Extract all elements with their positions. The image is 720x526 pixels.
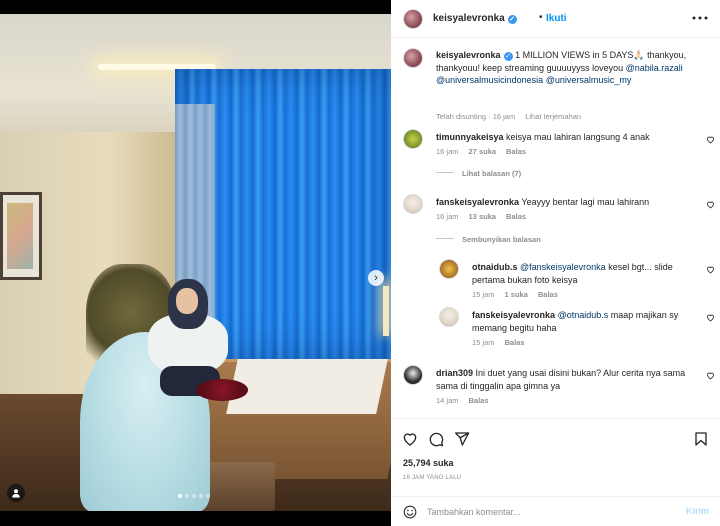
add-comment-bar: Kirim (391, 496, 720, 526)
verified-badge-icon: ✓ (503, 52, 513, 61)
see-translation-link[interactable]: Lihat terjemahan (525, 112, 581, 121)
reply-username[interactable]: otnaidub.s (472, 262, 518, 272)
comment-username[interactable]: fanskeisyalevronka (436, 197, 519, 207)
carousel-dot (178, 494, 182, 498)
caption-text: keisyalevronka ✓ 1 MILLION VIEWS in 5 DAY… (436, 49, 694, 87)
comment-text: drian309 Ini duet yang usai disini bukan… (436, 367, 694, 392)
comment-time: 16 jam (436, 212, 459, 221)
caption-edited: Telah disunting · 16 jam (436, 112, 516, 121)
avatar[interactable] (403, 48, 423, 68)
reply-text: fanskeisyalevronka @otnaidub.s maap maji… (472, 309, 697, 334)
comment-text: fanskeisyalevronka Yeayyy bentar lagi ma… (436, 196, 694, 209)
reply-button[interactable]: Balas (469, 396, 489, 405)
comment-body: Ini duet yang usai disini bukan? Alur ce… (436, 368, 686, 391)
avatar[interactable] (439, 259, 459, 279)
header-separator: • (539, 12, 543, 23)
next-arrow-icon[interactable]: › (368, 270, 384, 286)
heart-icon[interactable] (706, 265, 715, 274)
comments-section[interactable]: keisyalevronka ✓ 1 MILLION VIEWS in 5 DAY… (391, 38, 720, 418)
share-icon[interactable] (454, 431, 470, 447)
comment-body: keisya mau lahiran langsung 4 anak (506, 132, 650, 142)
reply-meta: 15 jam 1 suka Balas (472, 290, 558, 299)
reply-mention-link[interactable]: @otnaidub.s (558, 310, 609, 320)
user-tag-icon[interactable] (7, 484, 25, 502)
comment-username[interactable]: timunnyakeisya (436, 132, 504, 142)
avatar[interactable] (403, 9, 423, 29)
more-icon[interactable] (691, 10, 709, 26)
photo-person-face (176, 288, 198, 314)
comment-meta: 14 jam Balas (436, 396, 489, 405)
heart-icon[interactable] (402, 431, 418, 447)
comment-time: 16 jam (436, 147, 459, 156)
caption-meta: Telah disunting · 16 jam Lihat terjemaha… (436, 112, 581, 121)
view-replies-button[interactable]: Lihat balasan (7) (436, 169, 521, 178)
reply-likes[interactable]: 1 suka (505, 290, 528, 299)
follow-button[interactable]: Ikuti (546, 13, 567, 24)
header-username-text[interactable]: keisyalevronka (433, 13, 505, 24)
post-timestamp: 16 JAM YANG LALU (403, 475, 462, 481)
caption-mention-link[interactable]: @nabila.razali (626, 63, 683, 73)
carousel-dot (199, 494, 203, 498)
caption-username[interactable]: keisyalevronka (436, 50, 501, 60)
reply-button[interactable]: Balas (506, 147, 526, 156)
post-actions: 25,794 suka 16 JAM YANG LALU (391, 418, 720, 498)
post-media[interactable]: › (0, 14, 391, 511)
heart-icon[interactable] (706, 371, 715, 380)
reply-button[interactable]: Balas (538, 290, 558, 299)
photo-wall-frame (0, 192, 42, 280)
photo-candle (383, 286, 389, 336)
avatar[interactable] (403, 129, 423, 149)
reply-meta: 15 jam Balas (472, 338, 525, 347)
heart-icon[interactable] (706, 313, 715, 322)
hide-replies-button[interactable]: Sembunyikan balasan (436, 235, 541, 244)
verified-badge-icon: ✓ (507, 15, 517, 24)
bookmark-icon[interactable] (693, 431, 709, 447)
reply-button[interactable]: Balas (505, 338, 525, 347)
reply-mention-link[interactable]: @fanskeisyalevronka (520, 262, 606, 272)
comment-icon[interactable] (428, 431, 444, 447)
caption-mention-link[interactable]: @universalmusicindonesia (436, 75, 543, 85)
post-details-panel: keisyalevronka ✓ • Ikuti keisyalevronka ✓ … (391, 0, 720, 526)
comment-time: 14 jam (436, 396, 459, 405)
comment-input[interactable] (427, 503, 667, 521)
carousel-dots (178, 494, 210, 498)
header-username[interactable]: keisyalevronka ✓ (433, 13, 517, 24)
comment-username[interactable]: drian309 (436, 368, 473, 378)
heart-icon[interactable] (706, 135, 715, 144)
reply-button[interactable]: Balas (506, 212, 526, 221)
reply-time: 15 jam (472, 290, 495, 299)
photo-table-runner (226, 359, 388, 414)
carousel-dot (185, 494, 189, 498)
caption-mention-link[interactable]: @universalmusic_my (546, 75, 632, 85)
comment-meta: 16 jam 27 suka Balas (436, 147, 526, 156)
post-comment-button[interactable]: Kirim (686, 506, 709, 516)
reply-time: 15 jam (472, 338, 495, 347)
comment-text: timunnyakeisya keisya mau lahiran langsu… (436, 131, 694, 144)
comment-likes[interactable]: 13 suka (469, 212, 497, 221)
comment-body: Yeayyy bentar lagi mau lahirann (521, 197, 650, 207)
heart-icon[interactable] (706, 200, 715, 209)
avatar[interactable] (403, 365, 423, 385)
avatar[interactable] (439, 307, 459, 327)
comment-meta: 16 jam 13 suka Balas (436, 212, 526, 221)
photo-roses (196, 379, 248, 401)
reply-text: otnaidub.s @fanskeisyalevronka kesel bgt… (472, 261, 697, 286)
carousel-dot (206, 494, 210, 498)
carousel-dot (192, 494, 196, 498)
avatar[interactable] (403, 194, 423, 214)
comment-likes[interactable]: 27 suka (469, 147, 497, 156)
emoji-icon[interactable] (403, 505, 417, 519)
reply-username[interactable]: fanskeisyalevronka (472, 310, 555, 320)
post-header: keisyalevronka ✓ • Ikuti (391, 0, 720, 38)
likes-count[interactable]: 25,794 suka (403, 458, 454, 468)
